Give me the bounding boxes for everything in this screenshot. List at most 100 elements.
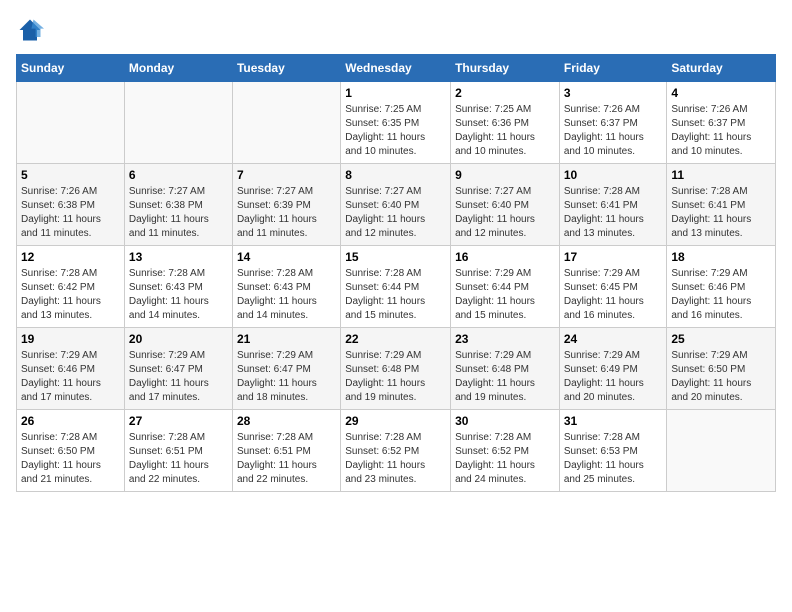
calendar-cell: 21 Sunrise: 7:29 AM Sunset: 6:47 PM Dayli… bbox=[232, 328, 340, 410]
day-info: Sunrise: 7:28 AM Sunset: 6:52 PM Dayligh… bbox=[345, 431, 446, 487]
day-info: Sunrise: 7:28 AM Sunset: 6:43 PM Dayligh… bbox=[237, 267, 336, 323]
day-info: Sunrise: 7:27 AM Sunset: 6:40 PM Dayligh… bbox=[345, 185, 446, 241]
day-info: Sunrise: 7:28 AM Sunset: 6:50 PM Dayligh… bbox=[21, 431, 120, 487]
day-info: Sunrise: 7:29 AM Sunset: 6:50 PM Dayligh… bbox=[671, 349, 771, 405]
day-info: Sunrise: 7:27 AM Sunset: 6:39 PM Dayligh… bbox=[237, 185, 336, 241]
day-number: 31 bbox=[564, 414, 663, 428]
day-info: Sunrise: 7:28 AM Sunset: 6:52 PM Dayligh… bbox=[455, 431, 555, 487]
logo-icon bbox=[16, 16, 44, 44]
day-info: Sunrise: 7:25 AM Sunset: 6:35 PM Dayligh… bbox=[345, 103, 446, 159]
day-number: 18 bbox=[671, 250, 771, 264]
day-info: Sunrise: 7:28 AM Sunset: 6:41 PM Dayligh… bbox=[564, 185, 663, 241]
day-info: Sunrise: 7:28 AM Sunset: 6:51 PM Dayligh… bbox=[129, 431, 228, 487]
calendar-cell bbox=[17, 82, 125, 164]
day-number: 7 bbox=[237, 168, 336, 182]
day-number: 8 bbox=[345, 168, 446, 182]
day-number: 9 bbox=[455, 168, 555, 182]
day-number: 15 bbox=[345, 250, 446, 264]
day-number: 1 bbox=[345, 86, 446, 100]
calendar-cell: 16 Sunrise: 7:29 AM Sunset: 6:44 PM Dayli… bbox=[451, 246, 560, 328]
day-info: Sunrise: 7:28 AM Sunset: 6:43 PM Dayligh… bbox=[129, 267, 228, 323]
calendar-week-row: 26 Sunrise: 7:28 AM Sunset: 6:50 PM Dayli… bbox=[17, 410, 776, 492]
calendar-cell: 23 Sunrise: 7:29 AM Sunset: 6:48 PM Dayli… bbox=[451, 328, 560, 410]
calendar-cell bbox=[124, 82, 232, 164]
calendar-week-row: 19 Sunrise: 7:29 AM Sunset: 6:46 PM Dayli… bbox=[17, 328, 776, 410]
day-number: 21 bbox=[237, 332, 336, 346]
day-number: 13 bbox=[129, 250, 228, 264]
page-header bbox=[16, 16, 776, 44]
day-info: Sunrise: 7:29 AM Sunset: 6:44 PM Dayligh… bbox=[455, 267, 555, 323]
day-number: 14 bbox=[237, 250, 336, 264]
weekday-header-row: SundayMondayTuesdayWednesdayThursdayFrid… bbox=[17, 55, 776, 82]
day-number: 16 bbox=[455, 250, 555, 264]
weekday-header-tuesday: Tuesday bbox=[232, 55, 340, 82]
calendar-week-row: 1 Sunrise: 7:25 AM Sunset: 6:35 PM Daylig… bbox=[17, 82, 776, 164]
calendar-cell: 10Sunrise: 7:28 AM Sunset: 6:41 PM Dayli… bbox=[559, 164, 667, 246]
calendar-cell: 30 Sunrise: 7:28 AM Sunset: 6:52 PM Dayli… bbox=[451, 410, 560, 492]
calendar-header: SundayMondayTuesdayWednesdayThursdayFrid… bbox=[17, 55, 776, 82]
day-number: 24 bbox=[564, 332, 663, 346]
calendar-cell: 5Sunrise: 7:26 AM Sunset: 6:38 PM Daylig… bbox=[17, 164, 125, 246]
calendar-cell: 12Sunrise: 7:28 AM Sunset: 6:42 PM Dayli… bbox=[17, 246, 125, 328]
day-info: Sunrise: 7:28 AM Sunset: 6:53 PM Dayligh… bbox=[564, 431, 663, 487]
calendar-cell: 28Sunrise: 7:28 AM Sunset: 6:51 PM Dayli… bbox=[232, 410, 340, 492]
day-info: Sunrise: 7:29 AM Sunset: 6:46 PM Dayligh… bbox=[21, 349, 120, 405]
day-number: 29 bbox=[345, 414, 446, 428]
day-number: 28 bbox=[237, 414, 336, 428]
calendar-cell: 8 Sunrise: 7:27 AM Sunset: 6:40 PM Daylig… bbox=[341, 164, 451, 246]
calendar-cell: 27 Sunrise: 7:28 AM Sunset: 6:51 PM Dayli… bbox=[124, 410, 232, 492]
day-number: 22 bbox=[345, 332, 446, 346]
calendar-cell: 31 Sunrise: 7:28 AM Sunset: 6:53 PM Dayli… bbox=[559, 410, 667, 492]
day-number: 26 bbox=[21, 414, 120, 428]
day-number: 30 bbox=[455, 414, 555, 428]
day-number: 11 bbox=[671, 168, 771, 182]
day-number: 3 bbox=[564, 86, 663, 100]
calendar-cell: 9 Sunrise: 7:27 AM Sunset: 6:40 PM Daylig… bbox=[451, 164, 560, 246]
calendar-week-row: 12Sunrise: 7:28 AM Sunset: 6:42 PM Dayli… bbox=[17, 246, 776, 328]
day-number: 27 bbox=[129, 414, 228, 428]
calendar-cell: 3Sunrise: 7:26 AM Sunset: 6:37 PM Daylig… bbox=[559, 82, 667, 164]
calendar-cell: 4Sunrise: 7:26 AM Sunset: 6:37 PM Daylig… bbox=[667, 82, 776, 164]
calendar-cell: 18Sunrise: 7:29 AM Sunset: 6:46 PM Dayli… bbox=[667, 246, 776, 328]
day-info: Sunrise: 7:27 AM Sunset: 6:40 PM Dayligh… bbox=[455, 185, 555, 241]
calendar-cell: 1 Sunrise: 7:25 AM Sunset: 6:35 PM Daylig… bbox=[341, 82, 451, 164]
weekday-header-thursday: Thursday bbox=[451, 55, 560, 82]
calendar-cell: 2 Sunrise: 7:25 AM Sunset: 6:36 PM Daylig… bbox=[451, 82, 560, 164]
day-number: 2 bbox=[455, 86, 555, 100]
day-number: 6 bbox=[129, 168, 228, 182]
day-number: 4 bbox=[671, 86, 771, 100]
day-info: Sunrise: 7:29 AM Sunset: 6:49 PM Dayligh… bbox=[564, 349, 663, 405]
day-number: 5 bbox=[21, 168, 120, 182]
calendar-cell: 13 Sunrise: 7:28 AM Sunset: 6:43 PM Dayli… bbox=[124, 246, 232, 328]
day-info: Sunrise: 7:29 AM Sunset: 6:48 PM Dayligh… bbox=[455, 349, 555, 405]
calendar-body: 1 Sunrise: 7:25 AM Sunset: 6:35 PM Daylig… bbox=[17, 82, 776, 492]
calendar-cell: 26 Sunrise: 7:28 AM Sunset: 6:50 PM Dayli… bbox=[17, 410, 125, 492]
calendar-table: SundayMondayTuesdayWednesdayThursdayFrid… bbox=[16, 54, 776, 492]
day-number: 17 bbox=[564, 250, 663, 264]
day-info: Sunrise: 7:29 AM Sunset: 6:48 PM Dayligh… bbox=[345, 349, 446, 405]
day-info: Sunrise: 7:27 AM Sunset: 6:38 PM Dayligh… bbox=[129, 185, 228, 241]
calendar-cell: 25 Sunrise: 7:29 AM Sunset: 6:50 PM Dayli… bbox=[667, 328, 776, 410]
calendar-cell: 22 Sunrise: 7:29 AM Sunset: 6:48 PM Dayli… bbox=[341, 328, 451, 410]
calendar-cell: 15Sunrise: 7:28 AM Sunset: 6:44 PM Dayli… bbox=[341, 246, 451, 328]
day-number: 12 bbox=[21, 250, 120, 264]
weekday-header-wednesday: Wednesday bbox=[341, 55, 451, 82]
calendar-week-row: 5Sunrise: 7:26 AM Sunset: 6:38 PM Daylig… bbox=[17, 164, 776, 246]
weekday-header-friday: Friday bbox=[559, 55, 667, 82]
calendar-cell: 19 Sunrise: 7:29 AM Sunset: 6:46 PM Dayli… bbox=[17, 328, 125, 410]
calendar-cell bbox=[232, 82, 340, 164]
day-number: 25 bbox=[671, 332, 771, 346]
calendar-cell: 29 Sunrise: 7:28 AM Sunset: 6:52 PM Dayli… bbox=[341, 410, 451, 492]
day-info: Sunrise: 7:28 AM Sunset: 6:41 PM Dayligh… bbox=[671, 185, 771, 241]
day-number: 23 bbox=[455, 332, 555, 346]
day-info: Sunrise: 7:25 AM Sunset: 6:36 PM Dayligh… bbox=[455, 103, 555, 159]
calendar-cell: 6 Sunrise: 7:27 AM Sunset: 6:38 PM Daylig… bbox=[124, 164, 232, 246]
day-number: 19 bbox=[21, 332, 120, 346]
weekday-header-saturday: Saturday bbox=[667, 55, 776, 82]
logo bbox=[16, 16, 48, 44]
calendar-cell: 24 Sunrise: 7:29 AM Sunset: 6:49 PM Dayli… bbox=[559, 328, 667, 410]
day-info: Sunrise: 7:29 AM Sunset: 6:47 PM Dayligh… bbox=[237, 349, 336, 405]
calendar-cell: 17 Sunrise: 7:29 AM Sunset: 6:45 PM Dayli… bbox=[559, 246, 667, 328]
day-info: Sunrise: 7:29 AM Sunset: 6:45 PM Dayligh… bbox=[564, 267, 663, 323]
calendar-cell bbox=[667, 410, 776, 492]
